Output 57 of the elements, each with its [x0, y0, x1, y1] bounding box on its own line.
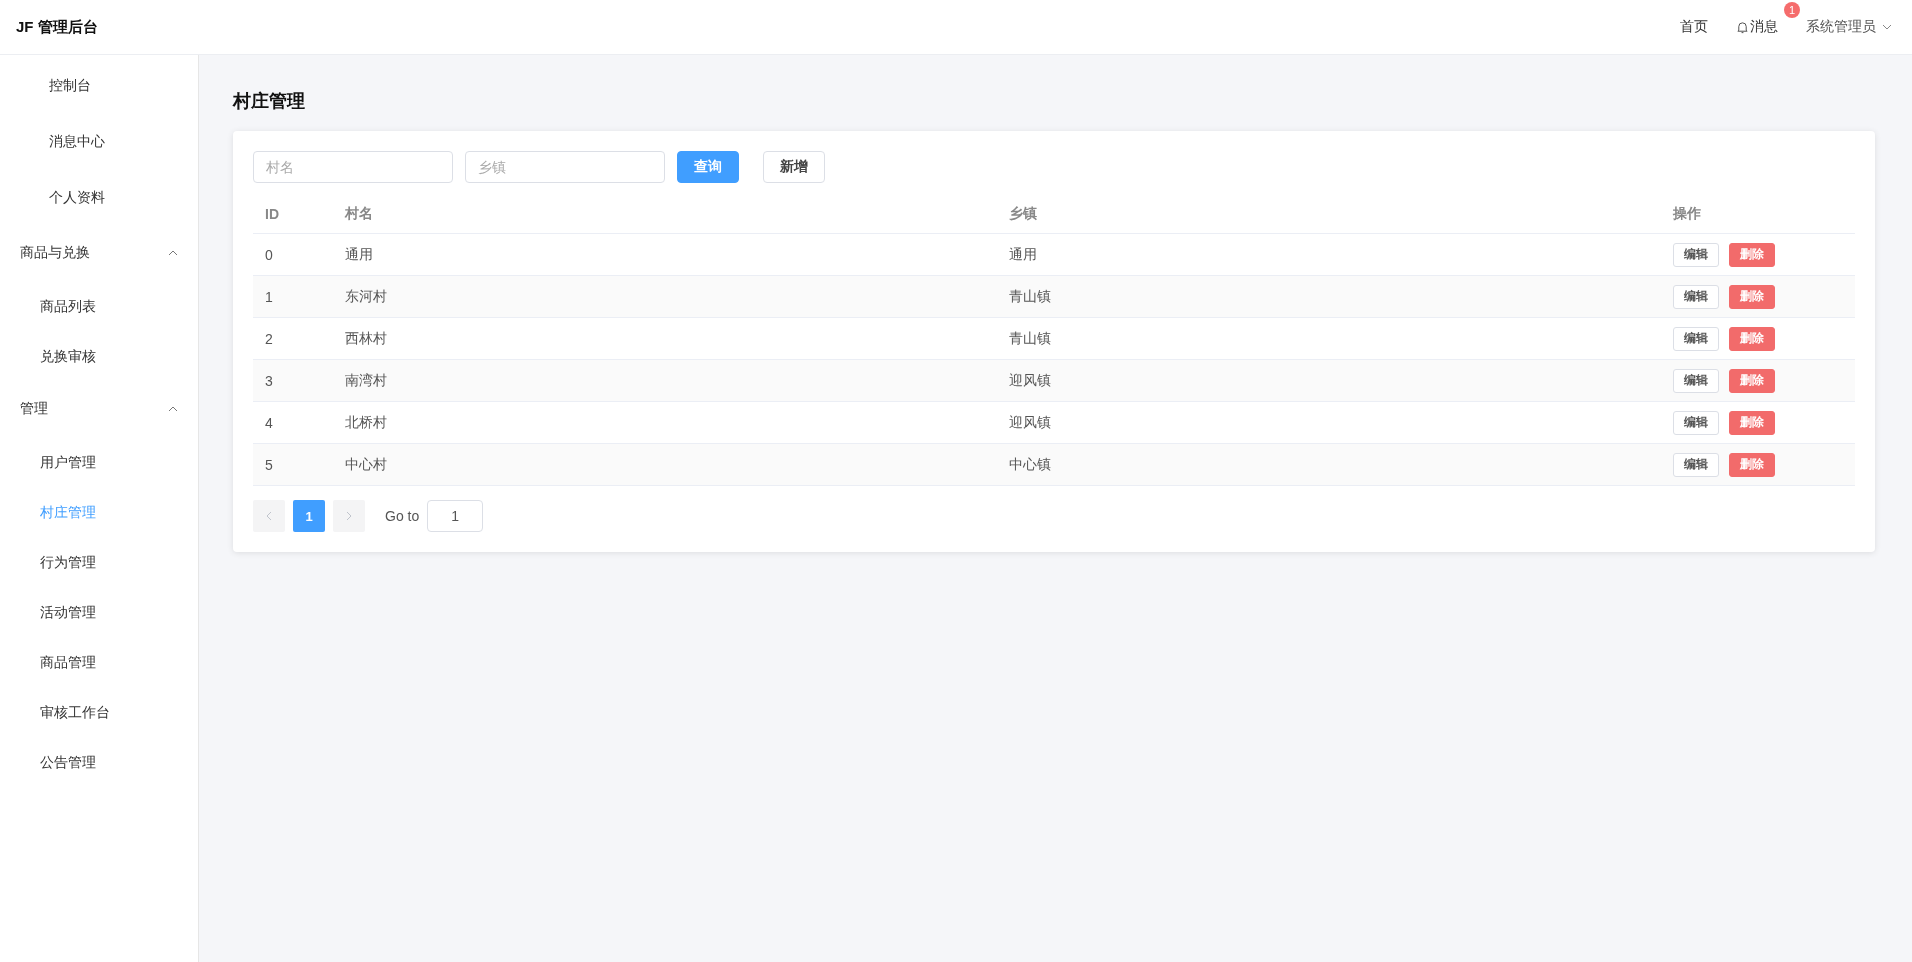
table-cell: 通用 — [1009, 245, 1037, 262]
column-header: 操作 — [1673, 205, 1701, 221]
chevron-left-icon — [266, 511, 272, 521]
app-title: JF 管理后台 — [16, 17, 98, 37]
table-cell: 南湾村 — [345, 371, 387, 388]
column-header: ID — [265, 206, 279, 222]
home-link[interactable]: 首页 — [1680, 18, 1708, 36]
chevron-icon — [168, 250, 178, 256]
sidebar-item[interactable]: 行为管理 — [0, 537, 198, 587]
table-cell: 西林村 — [345, 329, 387, 346]
sidebar-item[interactable]: 兑换审核 — [0, 331, 198, 381]
edit-button[interactable]: 编辑 — [1673, 284, 1719, 309]
search-field[interactable]: 乡镇 — [465, 151, 665, 183]
table-cell: 青山镇 — [1009, 287, 1051, 304]
sidebar-item[interactable]: 控制台 — [0, 57, 198, 113]
table-cell: 4 — [265, 414, 273, 431]
table-cell: 中心镇 — [1009, 455, 1051, 472]
add-button[interactable]: 新增 — [763, 151, 825, 183]
column-header: 村名 — [345, 205, 373, 221]
table-cell: 迎风镇 — [1009, 413, 1051, 430]
goto-label: Go to — [385, 508, 420, 524]
bell-icon — [1736, 20, 1749, 34]
sidebar-item[interactable]: 消息中心 — [0, 113, 198, 169]
sidebar-item[interactable]: 活动管理 — [0, 587, 198, 637]
sidebar-item[interactable]: 个人资料 — [0, 169, 198, 225]
menu-group[interactable]: 管理 — [0, 381, 198, 437]
table-cell: 1 — [265, 288, 273, 305]
page-title: 村庄管理 — [233, 90, 306, 113]
sidebar-item[interactable]: 审核工作台 — [0, 687, 198, 737]
sidebar-item[interactable]: 用户管理 — [0, 437, 198, 487]
table-cell: 3 — [265, 372, 273, 389]
edit-button[interactable]: 编辑 — [1673, 368, 1719, 393]
menu-group[interactable]: 商品与兑换 — [0, 225, 198, 281]
chevron-right-icon — [346, 511, 352, 521]
chevron-down-icon — [1882, 24, 1892, 30]
table-cell: 迎风镇 — [1009, 371, 1051, 388]
edit-button[interactable]: 编辑 — [1673, 242, 1719, 267]
edit-button[interactable]: 编辑 — [1673, 452, 1719, 477]
table-cell: 中心村 — [345, 455, 387, 472]
column-header: 乡镇 — [1009, 205, 1037, 221]
table-cell: 2 — [265, 330, 273, 347]
edit-button[interactable]: 编辑 — [1673, 326, 1719, 351]
table-cell: 东河村 — [345, 287, 387, 304]
search-field[interactable]: 村名 — [253, 151, 453, 183]
table-cell: 青山镇 — [1009, 329, 1051, 346]
table-cell: 通用 — [345, 245, 373, 262]
notification-badge: 1 — [1783, 2, 1800, 18]
user-menu[interactable]: 系统管理员 — [1806, 18, 1892, 36]
table-cell: 北桥村 — [345, 413, 387, 430]
edit-button[interactable]: 编辑 — [1673, 410, 1719, 435]
table-cell: 0 — [265, 246, 273, 263]
sidebar-item[interactable]: 商品列表 — [0, 281, 198, 331]
chevron-icon — [168, 406, 178, 412]
goto-page-field[interactable]: 1 — [427, 500, 484, 532]
sidebar-item[interactable]: 商品管理 — [0, 637, 198, 687]
table-cell: 5 — [265, 456, 273, 473]
sidebar-item[interactable]: 公告管理 — [0, 737, 198, 787]
